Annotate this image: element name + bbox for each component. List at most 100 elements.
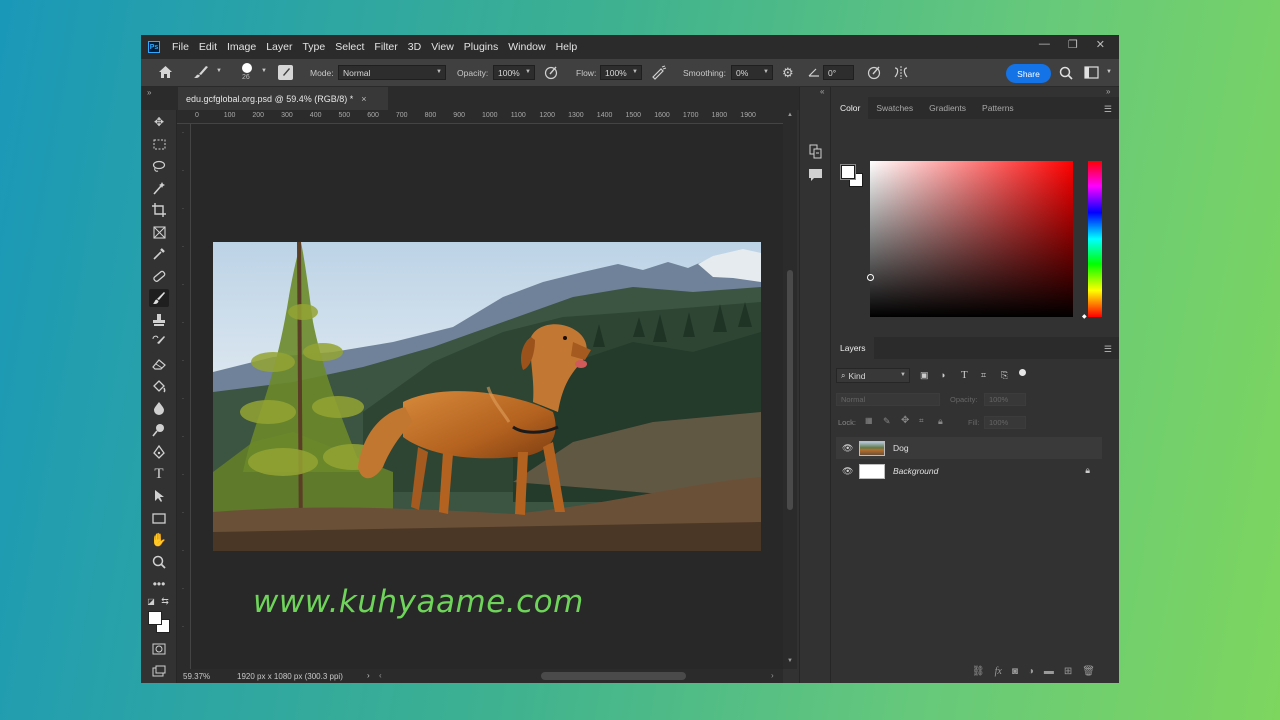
expand-toolbar-icon[interactable]: » [147, 88, 151, 97]
add-mask-icon[interactable]: ◙ [1012, 666, 1018, 677]
airbrush-icon[interactable] [651, 65, 667, 80]
menu-window[interactable]: Window [508, 41, 545, 53]
eraser-tool-icon[interactable] [149, 355, 169, 373]
pressure-opacity-icon[interactable] [544, 65, 559, 80]
quick-selection-tool-icon[interactable] [149, 179, 169, 197]
zoom-level[interactable]: 59.37% [183, 672, 210, 681]
menu-file[interactable]: File [172, 41, 189, 53]
brush-tool-icon[interactable] [149, 289, 169, 307]
scroll-right-icon[interactable]: › [771, 671, 774, 680]
chevron-down-icon[interactable]: ▼ [216, 68, 222, 74]
comments-panel-icon[interactable] [808, 168, 823, 182]
maximize-icon[interactable]: ❐ [1068, 38, 1078, 51]
opacity-field[interactable]: 100% ▼ [493, 65, 535, 80]
more-tools-icon[interactable]: ••• [149, 575, 169, 593]
link-layers-icon[interactable]: ⛓︎ [972, 666, 985, 677]
dodge-tool-icon[interactable] [149, 421, 169, 439]
rectangle-tool-icon[interactable] [149, 509, 169, 527]
flow-field[interactable]: 100% ▼ [600, 65, 642, 80]
blend-mode-select[interactable]: Normal [836, 393, 940, 406]
layer-style-icon[interactable]: fx [995, 666, 1002, 677]
menu-filter[interactable]: Filter [374, 41, 397, 53]
share-button[interactable]: Share [1006, 64, 1051, 83]
pressure-size-icon[interactable] [867, 65, 882, 80]
minimize-icon[interactable]: — [1039, 38, 1050, 51]
swap-colors-icon[interactable]: ⇆ [159, 595, 171, 607]
hand-tool-icon[interactable]: ✋ [149, 531, 169, 549]
delete-layer-icon[interactable]: 🗑︎ [1082, 666, 1095, 677]
path-selection-tool-icon[interactable] [149, 487, 169, 505]
layer-row-background[interactable]: 👁︎ Background 🔒︎ [836, 460, 1102, 482]
tab-color[interactable]: Color [832, 97, 869, 119]
layer-name-background[interactable]: Background [893, 466, 938, 476]
home-icon[interactable] [158, 65, 173, 79]
visibility-eye-icon[interactable]: 👁︎ [842, 466, 853, 477]
brush-settings-icon[interactable] [278, 65, 293, 80]
filter-type-icon[interactable]: T [961, 369, 968, 381]
brush-preset-icon[interactable] [193, 65, 209, 79]
default-colors-icon[interactable]: ◪ [145, 595, 157, 607]
quick-mask-icon[interactable] [149, 640, 169, 658]
menu-view[interactable]: View [431, 41, 454, 53]
menu-plugins[interactable]: Plugins [464, 41, 498, 53]
move-tool-icon[interactable]: ✥ [149, 113, 169, 131]
gear-icon[interactable]: ⚙ [782, 65, 794, 81]
lock-transparent-icon[interactable]: ▦ [865, 416, 873, 425]
menu-select[interactable]: Select [335, 41, 364, 53]
collapse-panels-icon[interactable]: » [1106, 87, 1110, 96]
chevron-down-icon[interactable]: ▼ [261, 68, 267, 74]
angle-field[interactable]: 0° [823, 65, 854, 80]
menu-edit[interactable]: Edit [199, 41, 217, 53]
layer-row-dog[interactable]: 👁︎ Dog [836, 437, 1102, 459]
tab-patterns[interactable]: Patterns [974, 97, 1022, 119]
tab-gradients[interactable]: Gradients [921, 97, 974, 119]
pen-tool-icon[interactable] [149, 443, 169, 461]
lock-artboard-icon[interactable]: ⌗ [919, 416, 924, 426]
scroll-up-icon[interactable]: ▲ [787, 112, 793, 118]
lock-position-icon[interactable]: ✥ [901, 415, 909, 426]
menu-3d[interactable]: 3D [408, 41, 421, 53]
zoom-tool-icon[interactable] [149, 553, 169, 571]
filter-shape-icon[interactable]: ⌗ [981, 370, 986, 381]
lasso-tool-icon[interactable] [149, 157, 169, 175]
smoothing-field[interactable]: 0% ▼ [731, 65, 773, 80]
vertical-scrollbar[interactable]: ▲ ▼ [783, 110, 797, 669]
scroll-down-icon[interactable]: ▼ [787, 658, 793, 664]
frame-tool-icon[interactable] [149, 223, 169, 241]
paint-bucket-tool-icon[interactable] [149, 377, 169, 395]
workspace-icon[interactable] [1084, 66, 1099, 79]
visibility-eye-icon[interactable]: 👁︎ [842, 443, 853, 454]
search-icon[interactable] [1059, 66, 1073, 80]
brush-size-preview[interactable] [242, 63, 252, 73]
lock-image-icon[interactable]: ✎ [883, 416, 891, 427]
marquee-tool-icon[interactable] [149, 135, 169, 153]
history-brush-tool-icon[interactable] [149, 333, 169, 351]
healing-brush-tool-icon[interactable] [149, 267, 169, 285]
lock-all-icon[interactable]: 🔒︎ [938, 416, 943, 427]
tab-layers[interactable]: Layers [832, 337, 874, 359]
hue-slider-handle[interactable]: ◆ [1082, 313, 1087, 320]
filter-smart-object-icon[interactable]: ⎘ [1001, 370, 1008, 381]
panel-menu-icon[interactable]: ☰ [1104, 104, 1112, 115]
blur-tool-icon[interactable] [149, 399, 169, 417]
scroll-left-icon[interactable]: ‹ [379, 671, 382, 680]
adjustment-layer-icon[interactable]: ◑ [1028, 666, 1034, 677]
vertical-scroll-thumb[interactable] [787, 270, 793, 510]
chevron-down-icon[interactable]: ▼ [1106, 69, 1112, 75]
type-tool-icon[interactable]: T [149, 465, 169, 483]
filter-adjustment-icon[interactable]: ◑ [940, 370, 945, 380]
menu-image[interactable]: Image [227, 41, 256, 53]
history-panel-icon[interactable] [808, 144, 823, 159]
layer-filter-select[interactable]: ⌕ Kind ▼ [836, 368, 910, 383]
document-tab[interactable]: edu.gcfglobal.org.psd @ 59.4% (RGB/8) * … [178, 87, 388, 110]
menu-help[interactable]: Help [556, 41, 578, 53]
collapse-dock-icon[interactable]: « [820, 87, 824, 96]
fill-field[interactable]: 100% [984, 416, 1026, 429]
screen-mode-icon[interactable] [149, 662, 169, 680]
layer-opacity-field[interactable]: 100% [984, 393, 1026, 406]
layer-name-dog[interactable]: Dog [893, 443, 909, 453]
panel-menu-icon[interactable]: ☰ [1104, 344, 1112, 355]
filter-pixel-icon[interactable]: ▣ [920, 370, 929, 381]
filter-toggle-icon[interactable] [1019, 369, 1026, 376]
close-icon[interactable]: ✕ [1096, 38, 1105, 51]
